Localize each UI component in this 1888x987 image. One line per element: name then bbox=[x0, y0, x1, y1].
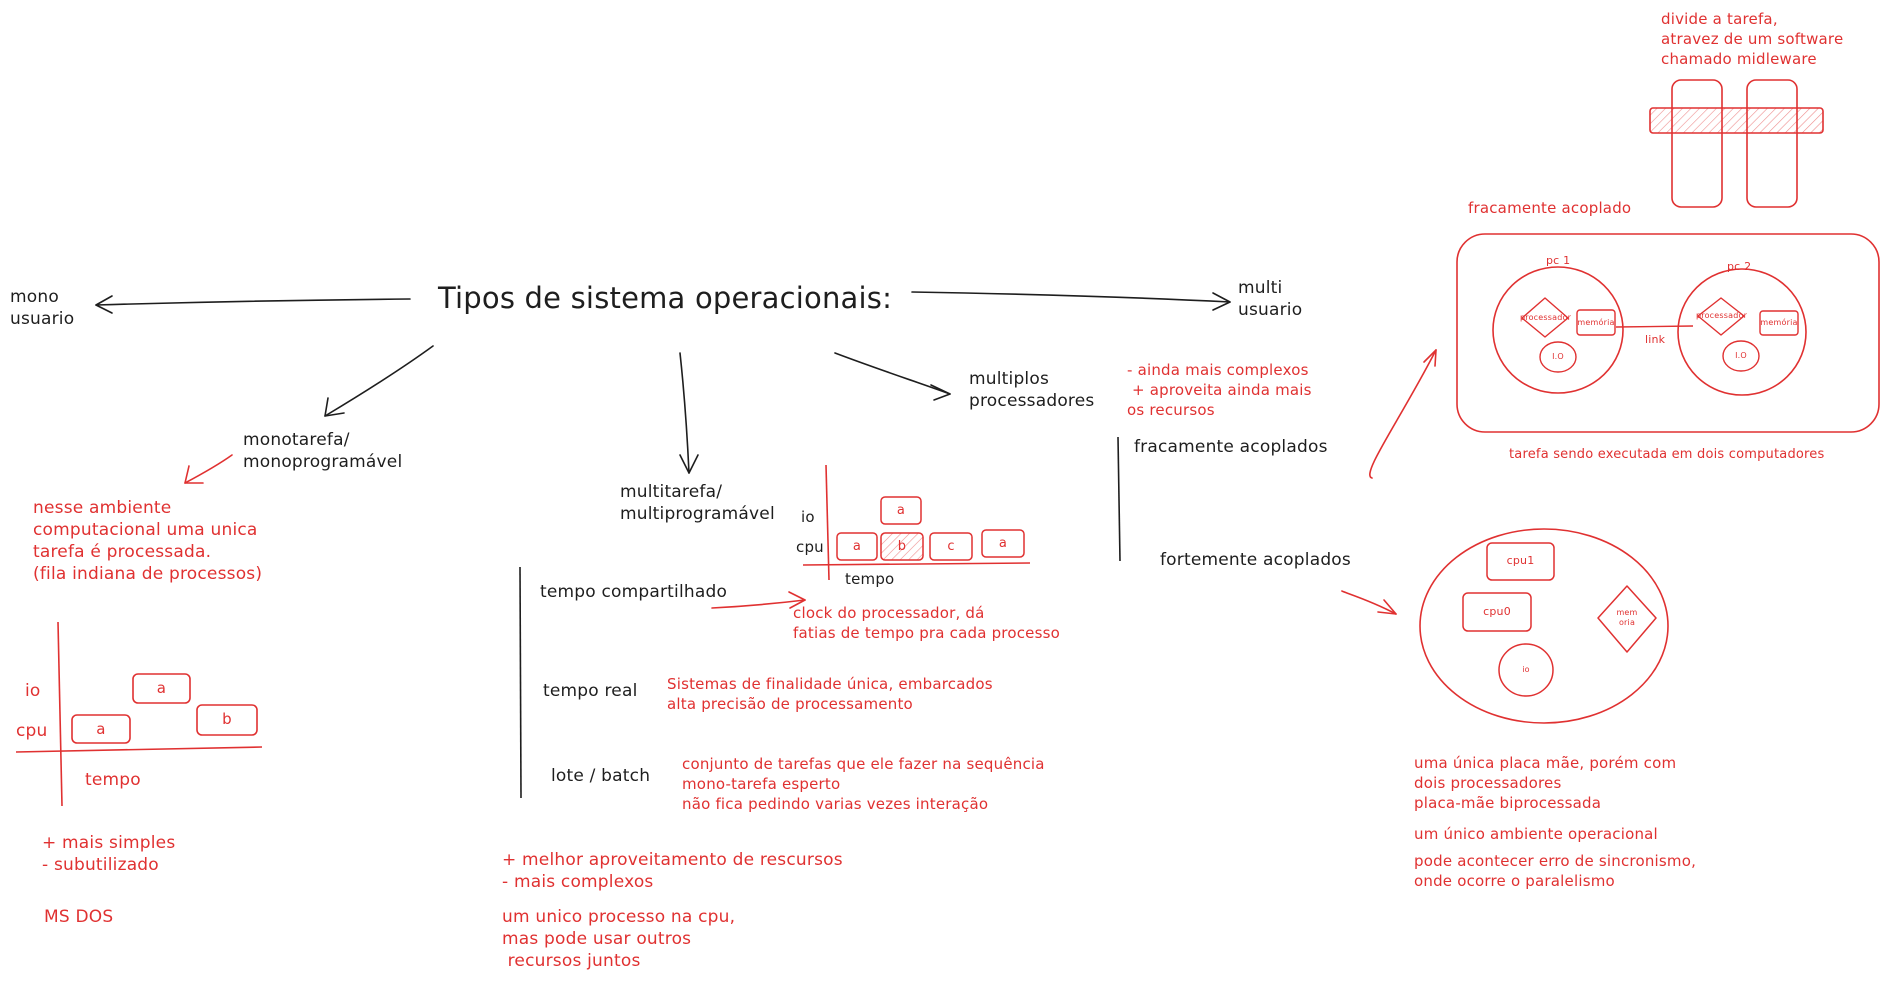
arrow-to-fracamente-diagram bbox=[1369, 349, 1437, 479]
fracamente-caption: tarefa sendo executada em dois computado… bbox=[1509, 447, 1825, 462]
pc1-memoria-label: memória bbox=[1577, 318, 1615, 327]
cpu0-label: cpu0 bbox=[1483, 605, 1511, 618]
multitarefa-chart-axes bbox=[802, 464, 1031, 581]
lote-batch-label: lote / batch bbox=[551, 766, 651, 786]
monotarefa-pros-cons: + mais simples - subutilizado bbox=[42, 833, 176, 875]
pc1-circle bbox=[1492, 266, 1624, 394]
multi-block-cpu-a2-label: a bbox=[998, 536, 1008, 551]
multi-chart-cpu-label: cpu bbox=[796, 538, 824, 556]
middleware-note: divide a tarefa, atravez de um software … bbox=[1661, 10, 1844, 68]
tempo-compartilhado-note: clock do processador, dá fatias de tempo… bbox=[793, 604, 1060, 642]
multi-block-io-a-label: a bbox=[896, 503, 906, 518]
mono-chart-axis-label: tempo bbox=[85, 770, 141, 790]
pc1-processador-label: processador bbox=[1520, 313, 1572, 322]
monotarefa-description: nesse ambiente computacional uma unica t… bbox=[33, 498, 263, 584]
multi-chart-axis-label: tempo bbox=[845, 570, 895, 588]
tempo-compartilhado-label: tempo compartilhado bbox=[540, 582, 728, 602]
multiplos-bracket-line bbox=[1117, 436, 1121, 562]
pc2-label: pc 2 bbox=[1727, 260, 1752, 273]
memoria-label: mem oria bbox=[1616, 608, 1638, 627]
monotarefa-example: MS DOS bbox=[44, 907, 114, 927]
link-label: link bbox=[1645, 333, 1666, 346]
arrow-to-mono-usuario bbox=[95, 295, 411, 314]
pc2-io-label: I.O bbox=[1735, 351, 1747, 360]
pc2-processador-label: processador bbox=[1696, 311, 1748, 320]
middleware-column-right bbox=[1746, 79, 1798, 208]
mono-block-cpu-b-label: b bbox=[222, 710, 232, 728]
fortemente-note-sincronismo: pode acontecer erro de sincronismo, onde… bbox=[1414, 852, 1697, 890]
middleware-bar bbox=[1649, 107, 1824, 134]
arrow-monotarefa-description bbox=[184, 454, 233, 484]
middleware-column-left bbox=[1671, 79, 1723, 208]
multitarefa-pros-cons: + melhor aproveitamento de rescursos - m… bbox=[502, 850, 843, 892]
multitarefa-label: multitarefa/ multiprogramável bbox=[620, 482, 775, 524]
mono-usuario-label: mono usuario bbox=[10, 287, 75, 329]
io-label: io bbox=[1522, 665, 1530, 674]
multiplos-processadores-label: multiplos processadores bbox=[969, 369, 1095, 411]
fortemente-acoplados-label: fortemente acoplados bbox=[1160, 550, 1351, 570]
multiplos-notes: - ainda mais complexos + aproveita ainda… bbox=[1127, 361, 1312, 419]
fracamente-container bbox=[1456, 233, 1880, 433]
arrow-to-multi-usuario bbox=[911, 291, 1231, 311]
arrow-to-multiplos bbox=[834, 352, 951, 401]
fortemente-note-ambiente: um único ambiente operacional bbox=[1414, 825, 1658, 843]
pc1-label: pc 1 bbox=[1546, 254, 1571, 267]
mono-chart-io-label: io bbox=[25, 681, 41, 701]
monotarefa-label: monotarefa/ monoprogramável bbox=[243, 430, 403, 472]
pc2-circle bbox=[1677, 268, 1807, 396]
multi-usuario-label: multi usuario bbox=[1238, 278, 1303, 320]
arrow-to-multitarefa bbox=[679, 352, 699, 474]
fracamente-diagram-title: fracamente acoplado bbox=[1468, 199, 1632, 217]
tempo-real-note: Sistemas de finalidade única, embarcados… bbox=[667, 675, 993, 713]
multi-block-cpu-b-label: b bbox=[897, 539, 907, 554]
cpu1-label: cpu1 bbox=[1506, 554, 1535, 567]
mono-block-cpu-a-label: a bbox=[96, 720, 106, 738]
mono-block-io-a-label: a bbox=[156, 679, 167, 697]
fracamente-acoplados-label: fracamente acoplados bbox=[1134, 437, 1328, 457]
fortemente-caption: uma única placa mãe, porém com dois proc… bbox=[1414, 754, 1677, 812]
lote-batch-note: conjunto de tarefas que ele fazer na seq… bbox=[682, 755, 1045, 813]
whiteboard-canvas: Tipos de sistema operacionais: mono usua… bbox=[0, 0, 1888, 987]
arrow-to-monotarefa bbox=[324, 345, 434, 417]
multi-block-cpu-c-label: c bbox=[947, 539, 955, 554]
multi-block-cpu-a-label: a bbox=[852, 539, 862, 554]
page-title: Tipos de sistema operacionais: bbox=[438, 281, 893, 315]
link-line bbox=[1615, 325, 1694, 328]
multitarefa-bracket-line bbox=[519, 566, 522, 799]
tempo-real-label: tempo real bbox=[543, 681, 638, 701]
multitarefa-summary: um unico processo na cpu, mas pode usar … bbox=[502, 907, 736, 971]
pc2-memoria-label: memória bbox=[1760, 318, 1798, 327]
pc1-io-label: I.O bbox=[1552, 352, 1564, 361]
mono-chart-cpu-label: cpu bbox=[16, 721, 48, 741]
multi-chart-io-label: io bbox=[801, 508, 815, 526]
arrow-to-fortemente-diagram bbox=[1341, 590, 1397, 615]
